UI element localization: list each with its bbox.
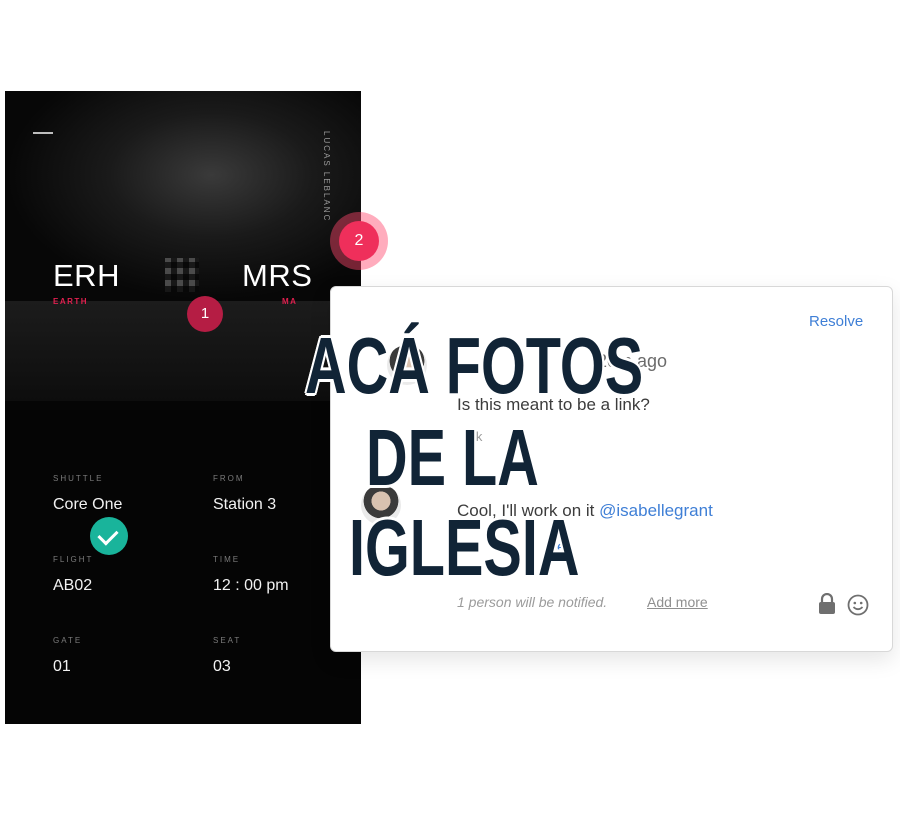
- overlay-heading-line3: IGLESIA: [349, 503, 580, 592]
- shuttle-label: SHUTTLE: [53, 474, 104, 483]
- overlay-heading-line2: DE LA: [366, 413, 539, 502]
- from-value: Station 3: [213, 496, 277, 513]
- from-label: FROM: [213, 474, 245, 483]
- smiley-icon[interactable]: [847, 594, 869, 616]
- origin-name: EARTH: [53, 297, 89, 306]
- annotation-marker-2[interactable]: 2: [339, 221, 379, 261]
- time-value: 12 : 00 pm: [213, 577, 289, 594]
- seat-value: 03: [213, 658, 231, 675]
- seat-label: SEAT: [213, 636, 242, 645]
- mention-link[interactable]: @isabellegrant: [599, 501, 713, 520]
- lock-icon[interactable]: [817, 593, 837, 615]
- shuttle-value: Core One: [53, 496, 123, 513]
- destination-code: MRS: [242, 258, 313, 293]
- time-label: TIME: [213, 555, 241, 564]
- checkmark-icon[interactable]: [90, 517, 128, 555]
- origin-code: ERH: [53, 258, 120, 293]
- passenger-name: LUCAS LEBLANC: [322, 131, 331, 223]
- gate-label: GATE: [53, 636, 83, 645]
- overlay-heading-line1: ACÁ FOTOS: [305, 321, 644, 410]
- annotation-marker-1[interactable]: 1: [187, 296, 223, 332]
- flight-value: AB02: [53, 577, 93, 594]
- notify-text: 1 person will be notified.: [457, 594, 608, 610]
- resolve-button[interactable]: Resolve: [809, 313, 863, 330]
- menu-icon[interactable]: [33, 132, 53, 134]
- gate-value: 01: [53, 658, 71, 675]
- add-more-link[interactable]: Add more: [647, 594, 708, 610]
- destination-name: MA: [282, 297, 298, 306]
- flight-label: FLIGHT: [53, 555, 94, 564]
- qr-code: [165, 258, 199, 292]
